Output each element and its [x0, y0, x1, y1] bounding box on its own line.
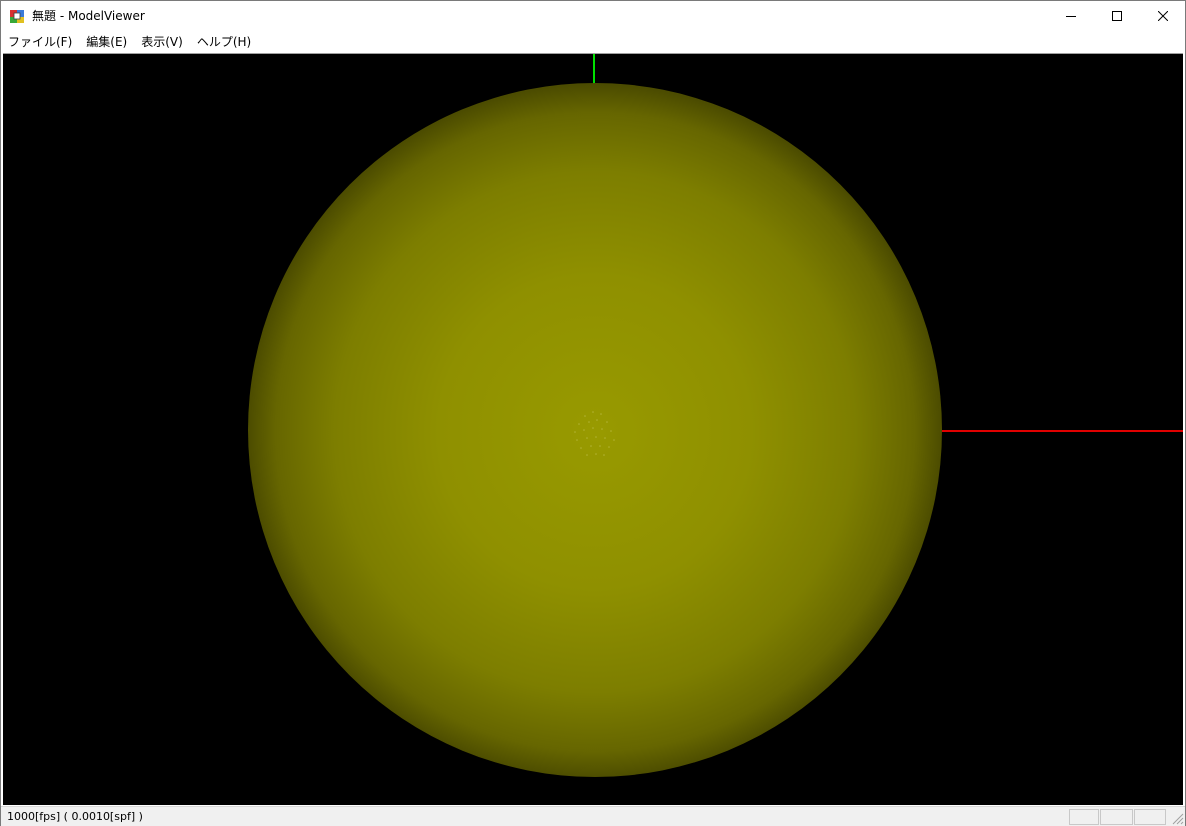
- maximize-icon: [1112, 11, 1122, 21]
- resize-grip-icon[interactable]: [1170, 811, 1184, 825]
- status-pane-2: [1100, 809, 1133, 825]
- menu-help[interactable]: ヘルプ(H): [190, 33, 258, 51]
- app-window: 無題 - ModelViewer ファイル(F) 編集(E) 表示(V) ヘルプ…: [0, 0, 1186, 826]
- sphere-model: [248, 83, 942, 777]
- menu-view[interactable]: 表示(V): [134, 33, 190, 51]
- close-button[interactable]: [1140, 1, 1186, 31]
- viewport-3d[interactable]: [3, 53, 1183, 805]
- title-bar[interactable]: 無題 - ModelViewer: [1, 1, 1185, 32]
- menu-bar: ファイル(F) 編集(E) 表示(V) ヘルプ(H): [1, 32, 1185, 52]
- close-icon: [1158, 11, 1168, 21]
- menu-file[interactable]: ファイル(F): [1, 33, 79, 51]
- status-pane-1: [1069, 809, 1099, 825]
- status-pane-3: [1134, 809, 1166, 825]
- menu-edit[interactable]: 編集(E): [79, 33, 134, 51]
- minimize-button[interactable]: [1048, 1, 1094, 31]
- app-icon[interactable]: [9, 8, 25, 24]
- maximize-button[interactable]: [1094, 1, 1140, 31]
- status-bar: 1000[fps] ( 0.0010[spf] ): [1, 806, 1185, 826]
- window-title: 無題 - ModelViewer: [32, 9, 145, 23]
- minimize-icon: [1066, 16, 1076, 17]
- fps-status: 1000[fps] ( 0.0010[spf] ): [7, 810, 143, 823]
